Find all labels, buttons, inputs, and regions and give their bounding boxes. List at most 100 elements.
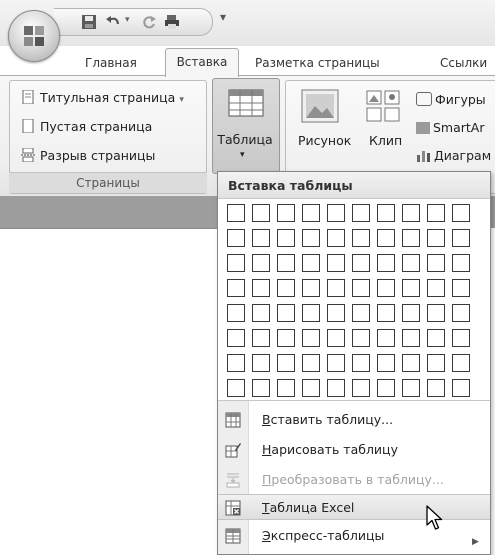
table-grid-cell[interactable] (302, 379, 320, 397)
table-grid-cell[interactable] (377, 229, 395, 247)
menu-item-excel-table[interactable]: Таблица Excel (218, 494, 490, 520)
table-grid-cell[interactable] (277, 229, 295, 247)
table-grid-cell[interactable] (227, 204, 245, 222)
document-page[interactable] (0, 228, 218, 554)
smartart-button[interactable]: SmartAr (416, 118, 485, 138)
table-grid-cell[interactable] (352, 204, 370, 222)
table-grid-cell[interactable] (252, 204, 270, 222)
table-grid-cell[interactable] (452, 329, 470, 347)
chart-button[interactable]: Диаграм (416, 146, 491, 166)
table-grid-cell[interactable] (352, 379, 370, 397)
menu-item-insert-table[interactable]: Вставить таблицу... (218, 407, 490, 433)
redo-icon[interactable] (141, 14, 157, 30)
table-grid-cell[interactable] (252, 304, 270, 322)
table-grid-cell[interactable] (427, 204, 445, 222)
table-grid-cell[interactable] (302, 254, 320, 272)
table-grid-cell[interactable] (402, 204, 420, 222)
table-grid-cell[interactable] (427, 254, 445, 272)
table-grid-cell[interactable] (377, 279, 395, 297)
table-grid-cell[interactable] (277, 304, 295, 322)
table-grid-cell[interactable] (452, 354, 470, 372)
table-grid-cell[interactable] (252, 229, 270, 247)
menu-item-quick-tables[interactable]: Экспресс-таблицы ▶ (218, 523, 490, 549)
table-grid-cell[interactable] (277, 254, 295, 272)
print-icon[interactable] (164, 14, 180, 30)
menu-item-draw-table[interactable]: Нарисовать таблицу (218, 437, 490, 463)
table-grid-cell[interactable] (402, 329, 420, 347)
undo-dropdown-icon[interactable]: ▾ (125, 15, 130, 25)
table-grid-cell[interactable] (277, 379, 295, 397)
table-grid-cell[interactable] (402, 254, 420, 272)
table-grid-cell[interactable] (327, 354, 345, 372)
table-grid-cell[interactable] (452, 304, 470, 322)
table-grid-cell[interactable] (277, 329, 295, 347)
table-grid-cell[interactable] (377, 204, 395, 222)
table-grid-cell[interactable] (227, 304, 245, 322)
table-grid-cell[interactable] (452, 279, 470, 297)
table-grid-cell[interactable] (277, 204, 295, 222)
table-grid-cell[interactable] (452, 379, 470, 397)
table-grid-cell[interactable] (277, 354, 295, 372)
table-grid-cell[interactable] (327, 229, 345, 247)
table-grid-cell[interactable] (227, 354, 245, 372)
table-grid-cell[interactable] (377, 304, 395, 322)
table-grid-cell[interactable] (377, 354, 395, 372)
table-grid-cell[interactable] (302, 329, 320, 347)
cover-page-dropdown-icon[interactable]: ▾ (179, 95, 184, 105)
table-grid-cell[interactable] (227, 379, 245, 397)
table-grid-cell[interactable] (352, 329, 370, 347)
table-grid-cell[interactable] (302, 204, 320, 222)
table-grid-cell[interactable] (327, 379, 345, 397)
table-grid-cell[interactable] (377, 329, 395, 347)
table-grid-cell[interactable] (227, 254, 245, 272)
table-grid-cell[interactable] (227, 279, 245, 297)
table-grid-cell[interactable] (252, 329, 270, 347)
table-grid-cell[interactable] (427, 354, 445, 372)
table-grid-cell[interactable] (377, 379, 395, 397)
table-grid-cell[interactable] (352, 229, 370, 247)
table-grid-cell[interactable] (402, 379, 420, 397)
table-grid-cell[interactable] (302, 229, 320, 247)
table-grid-cell[interactable] (352, 254, 370, 272)
table-grid-cell[interactable] (302, 304, 320, 322)
table-grid-cell[interactable] (402, 304, 420, 322)
table-grid-cell[interactable] (252, 254, 270, 272)
table-grid-cell[interactable] (327, 204, 345, 222)
save-icon[interactable] (81, 14, 97, 30)
tab-references[interactable]: Ссылки (440, 52, 487, 74)
table-grid-cell[interactable] (227, 329, 245, 347)
picture-icon[interactable] (301, 89, 339, 123)
table-grid-cell[interactable] (327, 279, 345, 297)
table-grid-cell[interactable] (352, 304, 370, 322)
table-grid-cell[interactable] (327, 254, 345, 272)
customize-toolbar-icon[interactable]: ▾ (220, 10, 226, 24)
table-grid-cell[interactable] (327, 304, 345, 322)
table-grid-cell[interactable] (377, 254, 395, 272)
table-grid-cell[interactable] (427, 229, 445, 247)
table-grid-cell[interactable] (427, 279, 445, 297)
table-grid-cell[interactable] (402, 279, 420, 297)
office-button[interactable] (8, 10, 60, 62)
table-grid-cell[interactable] (452, 229, 470, 247)
undo-icon[interactable] (105, 14, 121, 30)
clip-art-button-label[interactable]: Клип (369, 133, 402, 148)
table-grid-cell[interactable] (327, 329, 345, 347)
table-grid-cell[interactable] (402, 354, 420, 372)
table-grid-cell[interactable] (352, 354, 370, 372)
table-grid-cell[interactable] (227, 229, 245, 247)
table-grid-cell[interactable] (252, 279, 270, 297)
page-break-button[interactable]: Разрыв страницы (20, 146, 155, 166)
blank-page-button[interactable]: Пустая страница (20, 117, 152, 137)
clip-art-icon[interactable] (366, 90, 400, 122)
shapes-button[interactable]: Фигуры (416, 90, 486, 110)
table-grid-cell[interactable] (452, 204, 470, 222)
cover-page-button[interactable]: Титульная страница ▾ (20, 88, 184, 108)
table-grid-cell[interactable] (252, 379, 270, 397)
table-grid-cell[interactable] (252, 354, 270, 372)
tab-home[interactable]: Главная (85, 52, 137, 74)
table-grid-cell[interactable] (402, 229, 420, 247)
table-button[interactable] (212, 78, 280, 174)
table-grid-cell[interactable] (427, 304, 445, 322)
table-grid-cell[interactable] (277, 279, 295, 297)
tab-page-layout[interactable]: Разметка страницы (255, 52, 380, 74)
